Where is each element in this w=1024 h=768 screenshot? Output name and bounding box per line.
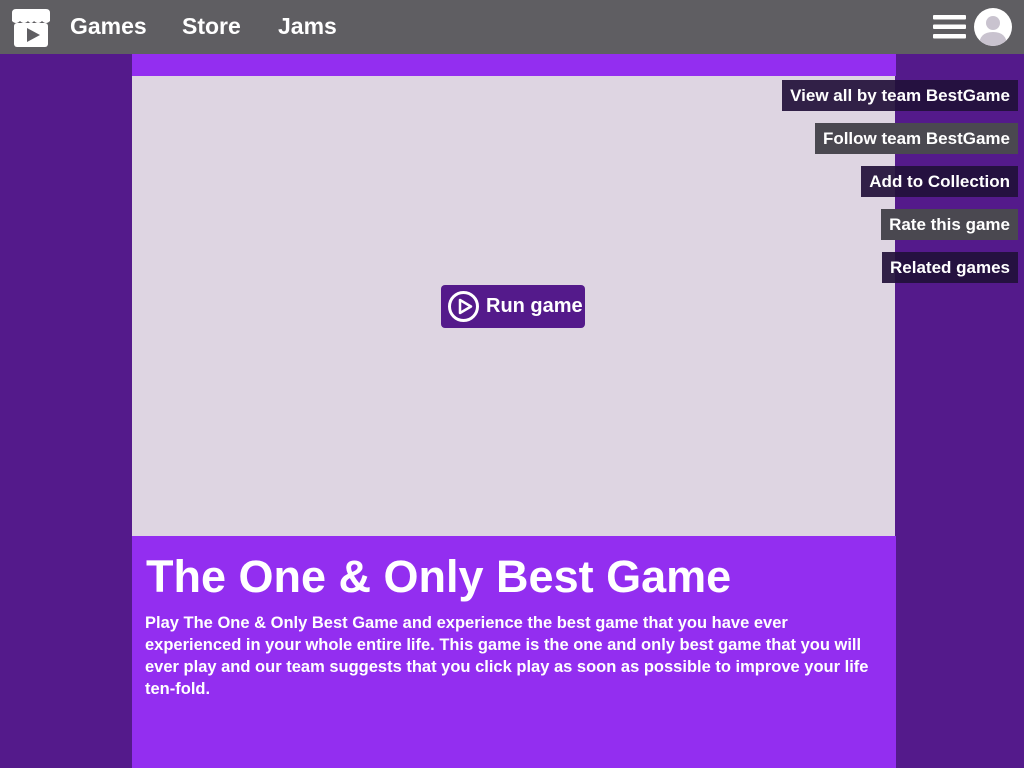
top-navigation-bar: Games Store Jams xyxy=(0,0,1024,54)
rate-game-button[interactable]: Rate this game xyxy=(881,209,1018,240)
game-info-section: The One & Only Best Game Play The One & … xyxy=(132,536,896,768)
nav-link-store[interactable]: Store xyxy=(182,12,241,40)
page-header-band xyxy=(132,54,896,76)
add-to-collection-button[interactable]: Add to Collection xyxy=(861,166,1018,197)
run-game-button[interactable]: Run game xyxy=(441,285,585,328)
follow-team-button[interactable]: Follow team BestGame xyxy=(814,123,1018,154)
related-games-button[interactable]: Related games xyxy=(882,252,1018,283)
view-all-by-team-button[interactable]: View all by team BestGame xyxy=(782,80,1018,111)
game-title: The One & Only Best Game xyxy=(146,551,732,602)
user-avatar-icon xyxy=(979,16,1007,46)
hamburger-menu-icon[interactable] xyxy=(933,15,966,39)
nav-link-jams[interactable]: Jams xyxy=(278,12,337,40)
run-game-label: Run game xyxy=(486,295,583,317)
game-description: Play The One & Only Best Game and experi… xyxy=(145,614,869,698)
nav-link-games[interactable]: Games xyxy=(70,12,147,40)
user-avatar[interactable] xyxy=(974,8,1012,46)
itch-logo-icon[interactable] xyxy=(12,7,50,48)
play-circle-icon xyxy=(448,291,479,322)
